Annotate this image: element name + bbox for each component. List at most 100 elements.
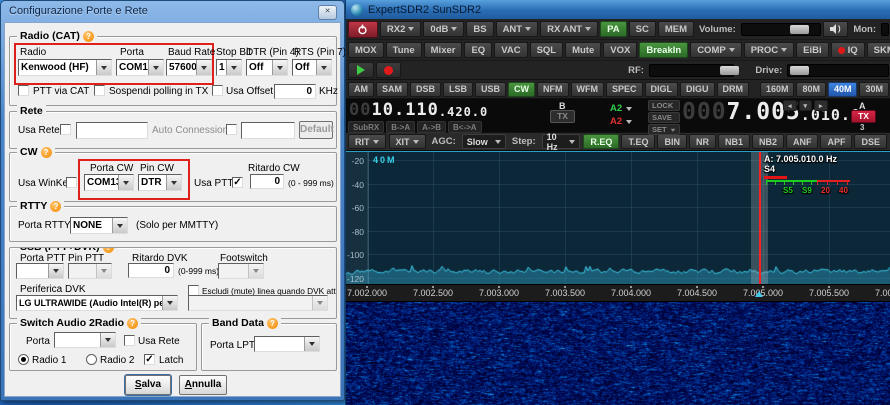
drive-slider[interactable]: [787, 63, 889, 77]
record-button[interactable]: [375, 62, 402, 78]
memory-button-set[interactable]: SET: [648, 124, 680, 135]
chevron-down-icon[interactable]: [569, 139, 576, 147]
dropdown-arrow-icon[interactable]: [112, 218, 127, 233]
vfo-a-display[interactable]: 000 7.005.010.0: [682, 101, 861, 124]
mode-button-dsb[interactable]: DSB: [410, 81, 442, 97]
toolbar-button-mox[interactable]: MOX: [348, 42, 384, 58]
band-button-40m[interactable]: 40M: [827, 81, 858, 97]
switch-porta-select[interactable]: [54, 332, 116, 348]
usa-rete-checkbox[interactable]: [60, 124, 71, 135]
arrow-right-button[interactable]: ▸: [814, 100, 828, 111]
footswitch-select[interactable]: [218, 263, 264, 279]
chevron-down-icon[interactable]: [525, 27, 532, 34]
mode-button-digu[interactable]: DIGU: [680, 81, 715, 97]
step-select[interactable]: 10 Hz: [541, 132, 581, 152]
dropdown-arrow-icon[interactable]: [96, 60, 111, 75]
vfo-button-b-a[interactable]: B->A: [386, 121, 416, 133]
vfo-a-tx-button[interactable]: TX: [851, 110, 876, 123]
arrow-down-button[interactable]: ▾: [798, 100, 813, 111]
memory-button-lock[interactable]: LOCK: [648, 100, 680, 111]
rx1-antenna-select[interactable]: A2: [610, 103, 633, 114]
toolbar-button-comp[interactable]: COMP: [690, 42, 742, 58]
dropdown-arrow-icon[interactable]: [48, 264, 63, 278]
dropdown-arrow-icon[interactable]: [148, 60, 163, 75]
toolbar-button-sql[interactable]: SQL: [529, 42, 564, 58]
latch-checkbox[interactable]: ✓: [144, 354, 155, 365]
rf-slider[interactable]: [648, 63, 739, 77]
dtr-select[interactable]: Off: [246, 59, 288, 76]
dsp-button-bin[interactable]: BIN: [657, 134, 687, 149]
volume-slider[interactable]: [740, 22, 822, 36]
mon-slider[interactable]: [881, 22, 889, 36]
chevron-down-icon[interactable]: [412, 139, 419, 147]
toolbar-button-tune[interactable]: Tune: [385, 42, 422, 58]
vfo-b-tx-button[interactable]: TX: [550, 110, 575, 123]
usa-winkey-checkbox[interactable]: [66, 177, 77, 188]
rf-slider-handle[interactable]: [719, 65, 739, 75]
chevron-down-icon[interactable]: [670, 128, 675, 134]
waterfall-canvas[interactable]: [346, 302, 890, 405]
dropdown-arrow-icon[interactable]: [272, 60, 287, 75]
rx-ant-button[interactable]: RX ANT: [540, 21, 599, 37]
dsp-button-nr[interactable]: NR: [688, 134, 716, 149]
vfo-button-b-a[interactable]: B<->A: [448, 121, 482, 133]
dsp-button-nb1[interactable]: NB1: [717, 134, 750, 149]
dsp-button-anf[interactable]: ANF: [785, 134, 819, 149]
volume-slider-handle[interactable]: [789, 24, 809, 34]
radio-select[interactable]: Kenwood (HF): [18, 59, 112, 76]
dropdown-arrow-icon[interactable]: [196, 60, 211, 75]
close-icon[interactable]: ✕: [318, 5, 337, 20]
toolbar-button-breakin[interactable]: BreakIn: [639, 42, 689, 58]
radio1-radiobutton[interactable]: [18, 354, 29, 365]
dsp-button-apf[interactable]: APF: [820, 134, 853, 149]
dsp-button-t-eq[interactable]: T.EQ: [621, 134, 656, 149]
rx2-antenna-select[interactable]: A2: [610, 116, 633, 127]
chevron-down-icon[interactable]: [781, 48, 788, 55]
mute-speaker-button[interactable]: [823, 21, 849, 37]
band-button-30m[interactable]: 30M: [859, 81, 889, 97]
help-icon[interactable]: ?: [82, 30, 94, 42]
pin-ptt-select[interactable]: [68, 263, 112, 279]
toolbar-button-vac[interactable]: VAC: [494, 42, 528, 58]
dropdown-arrow-icon[interactable]: [226, 60, 241, 75]
sdr-title-bar[interactable]: ExpertSDR2 SunSDR2: [346, 0, 890, 19]
waterfall-display[interactable]: [346, 302, 890, 405]
offset-input[interactable]: 0: [274, 84, 316, 99]
toolbar-button-mute[interactable]: Mute: [565, 42, 602, 58]
porta-rtty-select[interactable]: NONE: [70, 217, 128, 234]
ptt-via-cat-checkbox[interactable]: [18, 85, 29, 96]
pin-cw-select[interactable]: DTR: [138, 174, 182, 191]
dropdown-arrow-icon[interactable]: [100, 333, 115, 347]
arrow-left-button[interactable]: ◂: [783, 100, 797, 111]
sc-button[interactable]: SC: [628, 21, 656, 37]
dsp-button-dse[interactable]: DSE: [854, 134, 887, 149]
ritardo-dvk-input[interactable]: 0: [128, 263, 174, 278]
bs-button[interactable]: BS: [466, 21, 494, 37]
dialog-title-bar[interactable]: Configurazione Porte e Rete: [1, 1, 344, 21]
pa-button[interactable]: PA: [600, 21, 627, 37]
dsp-button-nb2[interactable]: NB2: [751, 134, 784, 149]
play-button[interactable]: [348, 62, 374, 78]
dropdown-arrow-icon[interactable]: [166, 175, 181, 190]
drive-slider-handle[interactable]: [790, 65, 810, 75]
radio2-radiobutton[interactable]: [86, 354, 97, 365]
mode-button-cw[interactable]: CW: [508, 81, 536, 97]
mode-button-spec[interactable]: SPEC: [606, 81, 643, 97]
frequency-scale[interactable]: 7.002.000 7.002.500 7.003.000 7.003.500 7.00…: [346, 284, 890, 302]
chevron-down-icon[interactable]: [451, 27, 458, 34]
toolbar-button-mixer[interactable]: Mixer: [423, 42, 463, 58]
dsp-button-r-eq[interactable]: R.EQ: [583, 134, 620, 149]
mode-button-digl[interactable]: DIGL: [644, 81, 679, 97]
dropdown-arrow-icon[interactable]: [248, 264, 263, 278]
chevron-down-icon[interactable]: [494, 139, 501, 147]
toolbar-button-eq[interactable]: EQ: [464, 42, 493, 58]
toolbar-button-iq[interactable]: IQ: [830, 42, 865, 58]
vfo-button-a-b[interactable]: A->B: [417, 121, 447, 133]
dropdown-arrow-icon[interactable]: [96, 264, 111, 278]
band-button-160m[interactable]: 160M: [759, 81, 795, 97]
help-icon[interactable]: ?: [127, 317, 139, 329]
help-icon[interactable]: ?: [50, 200, 62, 212]
rx2-button[interactable]: RX2: [379, 21, 422, 37]
chevron-down-icon[interactable]: [408, 27, 415, 34]
chevron-down-icon[interactable]: [728, 48, 735, 55]
